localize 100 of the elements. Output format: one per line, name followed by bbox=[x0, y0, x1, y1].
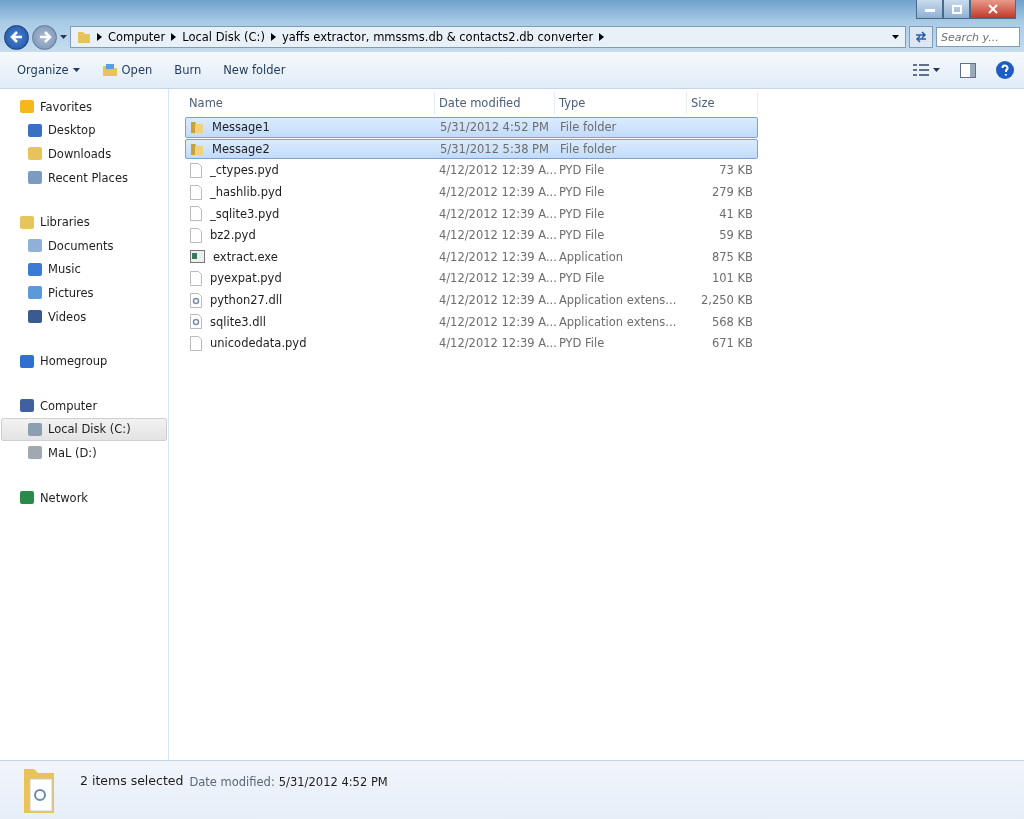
file-row[interactable]: _sqlite3.pyd 4/12/2012 12:39 A... PYD File 41 KB bbox=[185, 203, 758, 224]
nav-icon bbox=[28, 147, 42, 161]
file-row[interactable]: extract.exe 4/12/2012 12:39 A... Application 875 KB bbox=[185, 246, 758, 268]
column-header[interactable]: Date modified bbox=[435, 92, 555, 114]
file-name: python27.dll bbox=[210, 293, 283, 308]
file-name: _hashlib.pyd bbox=[210, 185, 283, 200]
folder-icon bbox=[101, 63, 118, 77]
breadcrumb[interactable]: yaffs extractor, mmssms.db & contacts2.db converter bbox=[281, 30, 594, 44]
size-cell-text: 875 KB bbox=[710, 249, 754, 264]
toolbar-button[interactable]: Burn bbox=[165, 59, 211, 81]
nav-item[interactable]: Videos bbox=[1, 304, 167, 329]
file-name: Message2 bbox=[212, 141, 270, 156]
size-cell-text: 41 KB bbox=[718, 206, 754, 221]
nav-icon bbox=[28, 286, 42, 300]
file-row[interactable]: python27.dll 4/12/2012 12:39 A... Application extens... 2,250 KB bbox=[185, 289, 758, 311]
file-row[interactable]: Message1 5/31/2012 4:52 PM File folder bbox=[185, 117, 758, 138]
forward-button[interactable] bbox=[32, 24, 57, 50]
folder-icon bbox=[190, 120, 204, 135]
nav-item[interactable]: Favorites bbox=[1, 95, 167, 119]
chevron-icon[interactable] bbox=[97, 33, 102, 41]
chevron-icon[interactable] bbox=[171, 33, 177, 41]
maximize-button[interactable] bbox=[943, 0, 970, 19]
nav-item[interactable]: Documents bbox=[1, 233, 167, 258]
type-cell-text: PYD File bbox=[557, 185, 606, 200]
file-row[interactable]: sqlite3.dll 4/12/2012 12:39 A... Application extens... 568 KB bbox=[185, 311, 758, 332]
type-cell-text: Application extens... bbox=[557, 314, 678, 329]
folder-icon bbox=[190, 141, 204, 156]
file-icon bbox=[190, 227, 202, 243]
nav-item[interactable]: Music bbox=[1, 257, 167, 282]
type-cell-text: Application bbox=[557, 249, 625, 264]
back-button[interactable] bbox=[4, 24, 29, 50]
organize-menu-button[interactable]: Organize bbox=[8, 59, 89, 81]
refresh-button[interactable] bbox=[909, 26, 933, 48]
address-bar[interactable]: Computer Local Disk (C:) yaffs extractor, mmssms.db & contacts2.db converter bbox=[70, 26, 906, 48]
date-modified-label: Date modified: bbox=[189, 775, 275, 789]
file-name: _sqlite3.pyd bbox=[210, 206, 280, 221]
nav-item[interactable]: MaL (D:) bbox=[1, 441, 167, 465]
view-options-icon[interactable] bbox=[913, 64, 929, 76]
file-name: pyexpat.pyd bbox=[210, 271, 282, 286]
type-cell-text: PYD File bbox=[557, 271, 606, 286]
file-row[interactable]: _ctypes.pyd 4/12/2012 12:39 A... PYD File 73 KB bbox=[185, 160, 758, 181]
nav-icon bbox=[28, 123, 42, 137]
column-header[interactable]: Size bbox=[687, 92, 758, 114]
date-cell-text: 4/12/2012 12:39 A... bbox=[437, 185, 555, 200]
nav-item[interactable]: Computer bbox=[1, 393, 167, 418]
nav-icon bbox=[20, 354, 34, 368]
caret-icon[interactable] bbox=[933, 68, 940, 72]
file-row[interactable]: bz2.pyd 4/12/2012 12:39 A... PYD File 59 KB bbox=[185, 224, 758, 246]
nav-item[interactable]: Desktop bbox=[1, 118, 167, 143]
date-cell-text: 4/12/2012 12:39 A... bbox=[437, 314, 555, 329]
file-row[interactable]: unicodedata.pyd 4/12/2012 12:39 A... PYD File 671 KB bbox=[185, 332, 758, 354]
file-icon bbox=[190, 184, 202, 200]
forward-arrow-icon bbox=[37, 30, 52, 44]
type-cell-text: File folder bbox=[559, 120, 618, 135]
file-icon bbox=[190, 335, 202, 351]
type-cell-text: PYD File bbox=[557, 336, 606, 351]
type-cell-text: File folder bbox=[559, 141, 618, 156]
gear-file-icon bbox=[190, 292, 202, 308]
breadcrumb[interactable]: Computer bbox=[108, 30, 166, 44]
nav-icon bbox=[20, 100, 34, 114]
application-icon bbox=[190, 250, 205, 264]
nav-item[interactable]: Recent Places bbox=[1, 165, 167, 190]
caret-icon[interactable] bbox=[60, 35, 67, 39]
minimize-button[interactable] bbox=[916, 0, 943, 19]
date-cell-text: 4/12/2012 12:39 A... bbox=[437, 249, 555, 264]
breadcrumb[interactable]: Local Disk (C:) bbox=[182, 30, 265, 44]
toolbar-button[interactable]: New folder bbox=[214, 59, 295, 81]
nav-icon bbox=[20, 215, 34, 229]
date-modified-value: 5/31/2012 4:52 PM bbox=[278, 775, 388, 789]
nav-item[interactable]: Downloads bbox=[1, 142, 167, 166]
chevron-icon[interactable] bbox=[270, 33, 276, 41]
close-button[interactable] bbox=[970, 0, 1016, 19]
open-button[interactable]: Open bbox=[92, 59, 162, 81]
chevron-icon[interactable] bbox=[599, 33, 605, 41]
file-row[interactable]: _hashlib.pyd 4/12/2012 12:39 A... PYD File 279 KB bbox=[185, 181, 758, 203]
type-cell-text: PYD File bbox=[557, 206, 606, 221]
dropdown-caret-icon[interactable] bbox=[892, 35, 899, 39]
file-row[interactable]: Message2 5/31/2012 5:38 PM File folder bbox=[185, 138, 758, 160]
nav-item[interactable]: Homegroup bbox=[1, 349, 167, 373]
nav-item[interactable]: Network bbox=[1, 485, 167, 510]
search-field[interactable]: Search y... bbox=[936, 27, 1020, 47]
size-cell-text: 59 KB bbox=[718, 228, 754, 243]
nav-item[interactable]: Pictures bbox=[1, 281, 167, 305]
nav-item[interactable]: Local Disk (C:) bbox=[1, 417, 167, 442]
date-cell-text: 5/31/2012 5:38 PM bbox=[439, 141, 550, 156]
date-cell-text: 4/12/2012 12:39 A... bbox=[437, 336, 555, 351]
column-header[interactable]: Type bbox=[555, 92, 687, 114]
file-name: extract.exe bbox=[213, 249, 278, 264]
file-row[interactable]: pyexpat.pyd 4/12/2012 12:39 A... PYD File 101 KB bbox=[185, 268, 758, 289]
preview-pane-icon[interactable] bbox=[960, 62, 976, 78]
help-icon[interactable] bbox=[996, 61, 1014, 79]
minimize-icon bbox=[924, 6, 935, 12]
size-cell-text: 73 KB bbox=[718, 163, 754, 178]
size-cell-text: 671 KB bbox=[710, 336, 754, 351]
nav-item[interactable]: Libraries bbox=[1, 210, 167, 234]
date-cell-text: 4/12/2012 12:39 A... bbox=[437, 293, 555, 308]
type-cell-text: PYD File bbox=[557, 163, 606, 178]
size-cell-text: 279 KB bbox=[710, 185, 754, 200]
column-header[interactable]: Name bbox=[185, 92, 435, 114]
type-cell-text: Application extens... bbox=[557, 293, 678, 308]
